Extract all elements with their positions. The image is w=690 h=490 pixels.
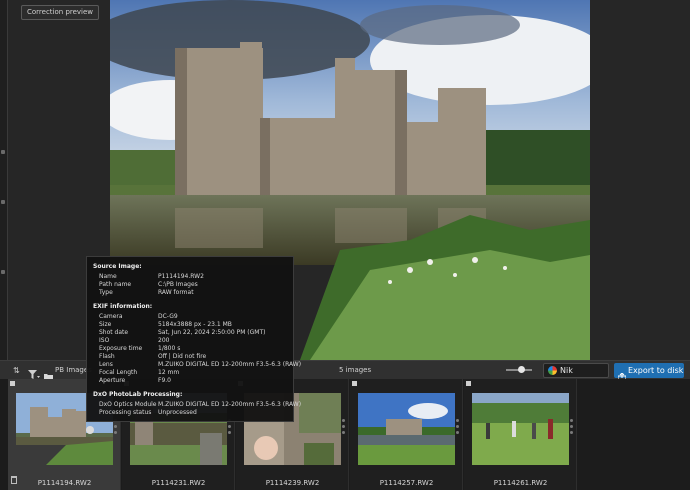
rail-marker (1, 200, 5, 204)
info-row: Aperture F9.0 (99, 377, 171, 384)
thumbnail-filename: P1114261.RW2 (493, 479, 548, 487)
info-row: Lens M.ZUIKO DIGITAL ED 12-200mm F3.5-6.3… (99, 361, 302, 368)
cursor-badge (86, 426, 94, 434)
thumbnail-item[interactable]: P1114257.RW2 (350, 379, 463, 490)
nik-collection-button[interactable]: Nik Collection (543, 363, 609, 388)
corner-marker (466, 381, 471, 386)
export-icon (617, 366, 627, 382)
thumbnail-filename: P1114257.RW2 (379, 479, 434, 487)
info-row: Camera DC-G9 (99, 313, 178, 320)
image-info-tooltip: Source Image: Name P1114194.RW2 Path name… (86, 256, 302, 422)
export-label: Export to disk (628, 366, 684, 375)
info-row: Name P1114194.RW2 (99, 273, 204, 280)
thumbnail-item[interactable]: P1114261.RW2 (464, 379, 577, 490)
thumbnail-image (472, 393, 569, 465)
thumbnail-handle[interactable] (456, 419, 459, 435)
photolab-window: Correction preview ⇅ PB Images 5 images … (0, 0, 690, 490)
thumbnail-filename: P1114239.RW2 (265, 479, 320, 487)
nik-logo-icon (548, 366, 557, 375)
thumbnail-filename: P1114231.RW2 (151, 479, 206, 487)
info-row: Flash Off | Did not fire (99, 353, 207, 360)
slider-handle[interactable] (518, 366, 525, 373)
corner-marker (352, 381, 357, 386)
exif-heading: EXIF information: (93, 303, 153, 310)
correction-preview-button[interactable]: Correction preview (21, 5, 100, 20)
export-to-disk-button[interactable]: Export to disk (614, 363, 684, 382)
folder-icon (44, 366, 53, 381)
info-row: Focal Length 12 mm (99, 369, 180, 376)
info-row: Size 5184x3888 px - 23.1 MB (99, 321, 232, 328)
info-row: Type RAW format (99, 289, 194, 296)
thumbnail-handle[interactable] (342, 419, 345, 435)
thumbnail-filename: P1114194.RW2 (37, 479, 92, 487)
left-panel-rail[interactable] (0, 0, 8, 360)
corner-marker (10, 381, 15, 386)
rail-marker (1, 150, 5, 154)
info-row: DxO Optics Module M.ZUIKO DIGITAL ED 12-2… (99, 401, 302, 408)
filter-icon[interactable] (28, 365, 40, 379)
info-row: Path name C:\PB Images (99, 281, 198, 288)
info-row: Exposure time 1/800 s (99, 345, 181, 352)
dxo-processing-heading: DxO PhotoLab Processing: (93, 391, 183, 398)
thumbnail-image (358, 393, 455, 465)
source-image-heading: Source Image: (93, 263, 142, 270)
image-count: 5 images (339, 366, 372, 374)
rail-marker (1, 270, 5, 274)
info-row: Processing status Unprocessed (99, 409, 197, 416)
info-row: ISO 200 (99, 337, 170, 344)
sort-icon[interactable]: ⇅ (13, 365, 23, 376)
thumbnail-handle[interactable] (570, 419, 573, 435)
info-row: Shot date Sat, Jun 22, 2024 2:50:00 PM (G… (99, 329, 266, 336)
